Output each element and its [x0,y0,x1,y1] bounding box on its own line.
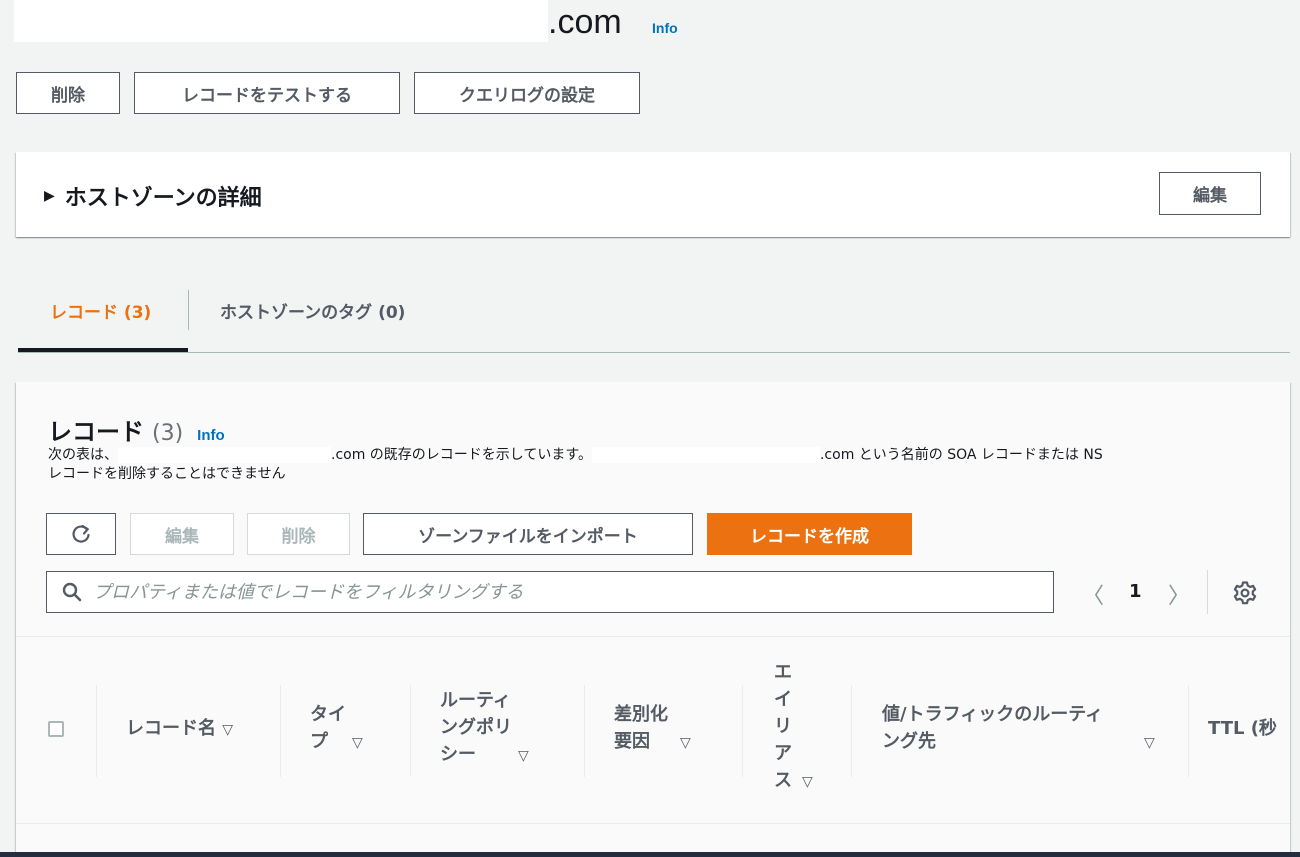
create-record-button[interactable]: レコードを作成 [707,513,912,555]
redacted-domain [118,447,331,463]
column-label: 要因 [614,731,650,752]
column-label: エ [774,662,792,683]
records-panel: レコード (3) Info 次の表は、 .com の既存のレコードを示しています。… [16,382,1290,857]
column-label: 差別化 [614,704,668,725]
delete-zone-button[interactable]: 削除 [16,72,120,114]
column-label: 値/トラフィックのルーティ [882,704,1104,725]
column-header-alias[interactable]: エ イ リ ア ス ▽ [774,659,813,796]
column-label: ング先 [882,731,936,752]
column-separator [584,685,585,777]
desc-part-4: レコードを削除することはできません [48,466,286,482]
column-label: プ [310,731,328,752]
sort-down-icon: ▽ [802,774,813,790]
redacted-domain [14,0,548,42]
select-all-checkbox[interactable] [48,721,64,737]
column-header-ttl[interactable]: TTL (秒 [1208,715,1277,742]
gear-icon[interactable] [1232,580,1258,606]
column-header-differentiator[interactable]: 差別化 要因 ▽ [614,701,691,757]
pager-separator [1207,570,1208,614]
sort-down-icon: ▽ [222,722,234,738]
record-filter[interactable] [46,571,1054,613]
sort-down-icon: ▽ [680,735,691,751]
column-separator [280,685,281,777]
column-separator [742,685,743,777]
tab-separator [188,290,189,330]
column-separator [851,685,852,777]
import-zone-file-button[interactable]: ゾーンファイルをインポート [363,513,693,555]
hosted-zone-details-toggle[interactable]: ▶ ホストゾーンの詳細 [44,180,262,212]
route53-hosted-zone-page: .com Info 削除 レコードをテストする クエリログの設定 ▶ ホストゾー… [0,0,1300,857]
tab-bar: レコード (3) ホストゾーンのタグ (0) [18,280,1290,353]
active-tab-indicator [18,348,188,352]
tab-hosted-zone-tags[interactable]: ホストゾーンのタグ (0) [220,298,405,323]
column-label: レコード名 [126,718,216,739]
next-page-icon[interactable]: 〉 [1168,578,1190,610]
records-title: レコード [48,418,144,446]
search-icon [61,581,83,603]
caret-right-icon: ▶ [44,188,55,204]
query-log-button[interactable]: クエリログの設定 [414,72,640,114]
test-record-button[interactable]: レコードをテストする [134,72,400,114]
refresh-icon [72,524,90,543]
column-label: ア [774,743,792,764]
delete-record-button[interactable]: 削除 [247,513,350,555]
bottom-bar [0,852,1300,857]
column-separator [1188,685,1189,777]
domain-suffix: .com [548,3,622,41]
prev-page-icon[interactable]: 〈 [1082,578,1104,610]
edit-zone-button[interactable]: 編集 [1159,172,1261,215]
records-table-header: レコード名 ▽ タイ プ ▽ ルーティ ングポリ シー ▽ 差別化 要因 ▽ エ [16,636,1290,824]
records-info-link[interactable]: Info [197,427,225,444]
desc-part-3: .com という名前の SOA レコードまたは NS [819,447,1103,463]
column-separator [410,685,411,777]
edit-record-button[interactable]: 編集 [130,513,234,555]
column-label: ス [774,770,792,791]
column-label: タイ [310,704,346,725]
title-info-link[interactable]: Info [652,20,678,36]
column-label: シー [440,744,476,765]
search-input[interactable] [91,580,995,604]
column-label: ルーティ [440,690,511,711]
records-heading: レコード (3) Info [48,412,225,447]
column-label: ングポリ [440,717,512,738]
records-description: 次の表は、 .com の既存のレコードを示しています。 .com という名前の SO… [48,446,1258,484]
column-header-record-name[interactable]: レコード名 ▽ [126,715,233,744]
sort-down-icon: ▽ [352,735,363,751]
current-page[interactable]: 1 [1129,581,1142,602]
column-header-routing-policy[interactable]: ルーティ ングポリ シー ▽ [440,687,529,770]
refresh-button[interactable] [46,513,116,555]
hosted-zone-details-title: ホストゾーンの詳細 [64,186,262,211]
desc-part-1: 次の表は、 [48,447,118,463]
column-label: イ [774,689,792,710]
column-header-value[interactable]: 値/トラフィックのルーティ ング先 ▽ [882,701,1155,757]
desc-part-2: .com の既存のレコードを示しています。 [331,447,592,463]
tab-records[interactable]: レコード (3) [50,298,151,323]
redacted-domain [591,447,820,463]
column-label: リ [774,716,792,737]
column-header-type[interactable]: タイ プ ▽ [310,701,363,757]
sort-down-icon: ▽ [1144,735,1155,751]
records-count: (3) [152,421,184,446]
hosted-zone-details-panel: ▶ ホストゾーンの詳細 編集 [16,152,1290,237]
sort-down-icon: ▽ [518,748,529,764]
column-separator [96,685,97,777]
